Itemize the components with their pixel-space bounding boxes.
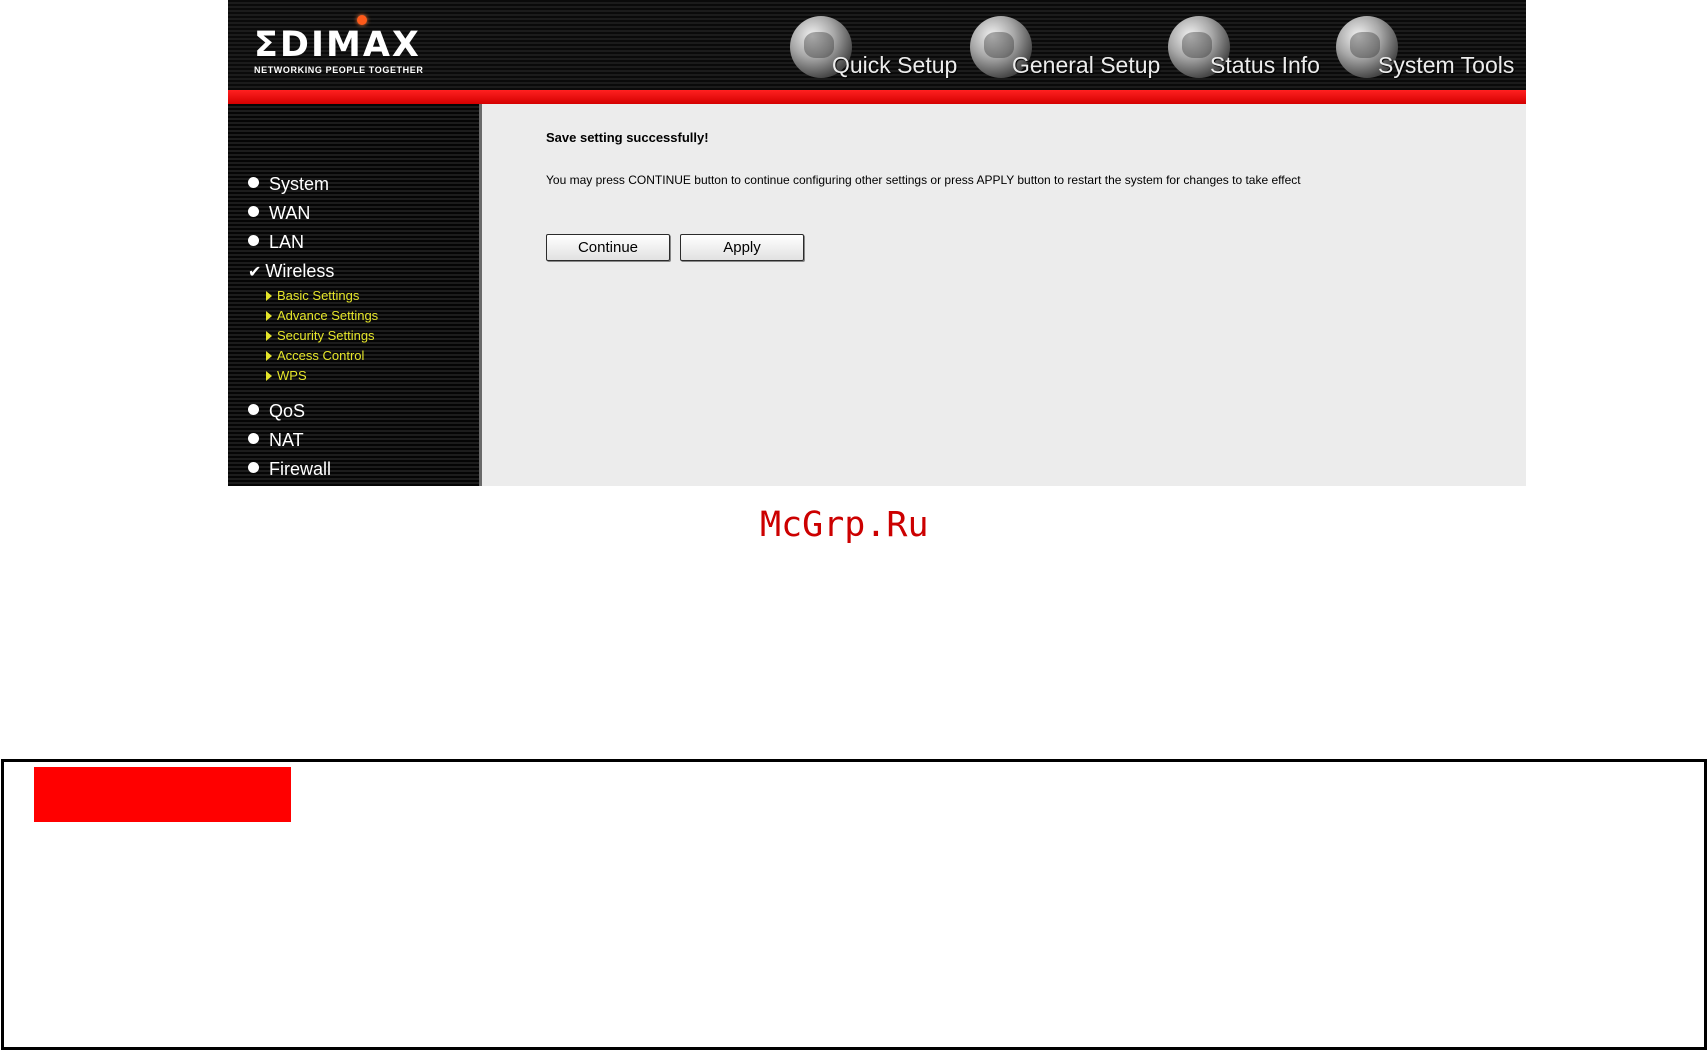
- sidebar-item-nat[interactable]: NAT: [248, 430, 304, 451]
- submenu-label: Access Control: [277, 348, 365, 363]
- continue-button[interactable]: Continue: [546, 234, 670, 261]
- submenu-advance-settings[interactable]: Advance Settings: [266, 308, 378, 323]
- sidebar-item-firewall[interactable]: Firewall: [248, 459, 331, 480]
- watermark: McGrp.Ru: [760, 505, 929, 545]
- sidebar-item-system[interactable]: System: [248, 174, 329, 195]
- nav-general-setup-label: General Setup: [1012, 52, 1161, 78]
- bullet-icon: [248, 404, 259, 416]
- apply-button[interactable]: Apply: [680, 234, 804, 261]
- submenu-wps[interactable]: WPS: [266, 368, 307, 383]
- submenu-label: Basic Settings: [277, 288, 360, 303]
- sidebar-item-wan[interactable]: WAN: [248, 203, 310, 224]
- arrow-right-icon: [266, 330, 272, 341]
- bullet-icon: [248, 433, 259, 445]
- bullet-icon: [248, 462, 259, 474]
- submenu-label: Advance Settings: [277, 308, 379, 323]
- nav-quick-setup-label: Quick Setup: [832, 52, 958, 78]
- sidebar-item-qos[interactable]: QoS: [248, 401, 305, 422]
- sidebar-item-label: NAT: [269, 430, 304, 450]
- edimax-logo: ΣDIMAX NETWORKING PEOPLE TOGETHER: [254, 15, 424, 75]
- sidebar-item-label: Firewall: [269, 459, 332, 479]
- logo-tagline: NETWORKING PEOPLE TOGETHER: [254, 65, 424, 75]
- submenu-label: WPS: [277, 368, 307, 383]
- arrow-right-icon: [266, 350, 272, 361]
- main-content: Save setting successfully! You may press…: [482, 104, 1526, 486]
- router-admin-ui: ΣDIMAX NETWORKING PEOPLE TOGETHER Quick …: [228, 0, 1526, 486]
- logo-dot-icon: [357, 15, 367, 25]
- sidebar-item-label: LAN: [269, 232, 305, 252]
- checkmark-icon: ✔: [248, 264, 262, 281]
- header-red-divider: [228, 90, 1526, 104]
- sidebar-item-label: QoS: [269, 401, 306, 421]
- sidebar-item-label: WAN: [269, 203, 311, 223]
- page-title: Save setting successfully!: [546, 130, 709, 145]
- submenu-security-settings[interactable]: Security Settings: [266, 328, 375, 343]
- bullet-icon: [248, 177, 259, 189]
- sidebar: System WAN LAN ✔ Wireless Basic Settings …: [228, 104, 482, 486]
- header-bar: ΣDIMAX NETWORKING PEOPLE TOGETHER Quick …: [228, 0, 1526, 90]
- logo-wordmark: ΣDIMAX: [254, 25, 421, 65]
- bullet-icon: [248, 235, 259, 247]
- bullet-icon: [248, 206, 259, 218]
- nav-system-tools-label: System Tools: [1378, 52, 1515, 78]
- status-message: You may press CONTINUE button to continu…: [546, 173, 1301, 187]
- red-label-block: [34, 767, 291, 822]
- submenu-label: Security Settings: [277, 328, 375, 343]
- sidebar-item-label: System: [269, 174, 330, 194]
- arrow-right-icon: [266, 370, 272, 381]
- arrow-right-icon: [266, 290, 272, 301]
- submenu-basic-settings[interactable]: Basic Settings: [266, 288, 359, 303]
- nav-status-info-label: Status Info: [1210, 52, 1320, 78]
- submenu-access-control[interactable]: Access Control: [266, 348, 364, 363]
- arrow-right-icon: [266, 310, 272, 321]
- sidebar-item-label: Wireless: [265, 261, 335, 281]
- note-box: [1, 759, 1707, 1050]
- sidebar-item-lan[interactable]: LAN: [248, 232, 304, 253]
- sidebar-item-wireless[interactable]: ✔ Wireless: [248, 261, 334, 282]
